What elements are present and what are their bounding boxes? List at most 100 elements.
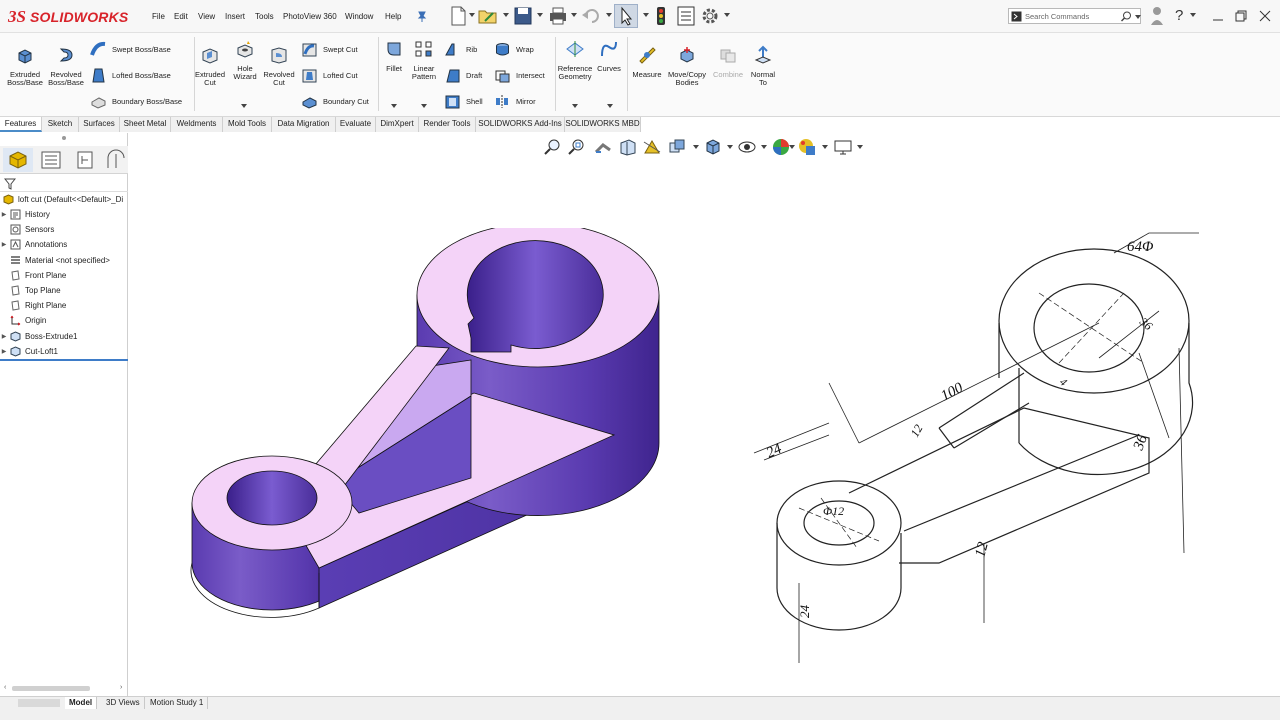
menu-photoview[interactable]: PhotoView 360: [283, 12, 337, 21]
search-icon[interactable]: [1121, 11, 1132, 22]
print-dropdown-caret-icon[interactable]: [571, 13, 577, 17]
tab-model[interactable]: Model: [65, 697, 98, 709]
menu-view[interactable]: View: [198, 12, 215, 21]
configurationmanager-tab[interactable]: [70, 148, 100, 172]
restore-icon[interactable]: [1235, 10, 1247, 22]
view-orientation-caret-icon[interactable]: [693, 145, 699, 149]
menu-file[interactable]: File: [152, 12, 165, 21]
draft-button[interactable]: Draft: [444, 65, 482, 85]
expand-arrow-icon[interactable]: ▶: [0, 241, 8, 248]
menu-window[interactable]: Window: [345, 12, 373, 21]
tab-3d-views[interactable]: 3D Views: [102, 697, 145, 709]
boundary-cut-button[interactable]: Boundary Cut: [301, 91, 369, 111]
shell-button[interactable]: Shell: [444, 91, 483, 111]
pattern-dropdown-caret-icon[interactable]: [421, 104, 427, 108]
new-dropdown-caret-icon[interactable]: [469, 13, 475, 17]
lofted-boss-button[interactable]: Lofted Boss/Base: [90, 65, 171, 85]
view-settings-caret-icon[interactable]: [857, 145, 863, 149]
hide-show-caret-icon[interactable]: [761, 145, 767, 149]
help-icon[interactable]: ?: [1175, 7, 1183, 24]
tree-item-top-plane[interactable]: Top Plane: [0, 283, 128, 298]
tab-sheet-metal[interactable]: Sheet Metal: [120, 117, 171, 132]
swept-boss-button[interactable]: Swept Boss/Base: [90, 39, 171, 59]
reference-geometry-button[interactable]: Reference Geometry: [556, 39, 594, 82]
tab-data-migration[interactable]: Data Migration: [272, 117, 336, 132]
wrap-button[interactable]: Wrap: [494, 39, 534, 59]
rib-button[interactable]: Rib: [444, 39, 477, 59]
expand-arrow-icon[interactable]: ▶: [0, 333, 8, 340]
undo-icon[interactable]: [580, 5, 602, 27]
menu-edit[interactable]: Edit: [174, 12, 188, 21]
tree-item-right-plane[interactable]: Right Plane: [0, 298, 128, 313]
scroll-right-icon[interactable]: ›: [120, 684, 122, 691]
tab-sketch[interactable]: Sketch: [42, 117, 79, 132]
revolved-cut-button[interactable]: Revolved Cut: [262, 45, 296, 88]
section-view-icon[interactable]: [618, 137, 638, 157]
extruded-boss-button[interactable]: Extruded Boss/Base: [5, 45, 45, 88]
search-dropdown-caret-icon[interactable]: [1135, 15, 1141, 19]
panel-expand-handle-icon[interactable]: [61, 135, 67, 141]
graphics-area[interactable]: 100 64Φ 36 12 24 Φ12 12 24 36 4: [129, 133, 1280, 696]
expand-arrow-icon[interactable]: ▶: [0, 348, 8, 355]
tree-item-boss-extrude1[interactable]: ▶ Boss-Extrude1: [0, 329, 128, 344]
swept-cut-button[interactable]: Swept Cut: [301, 39, 358, 59]
zoom-to-fit-icon[interactable]: [543, 137, 563, 157]
revolved-boss-button[interactable]: Revolved Boss/Base: [46, 45, 86, 88]
lofted-cut-button[interactable]: Lofted Cut: [301, 65, 358, 85]
tree-item-history[interactable]: ▶ History: [0, 207, 128, 222]
apply-scene-icon[interactable]: [797, 137, 817, 157]
hole-wizard-button[interactable]: Hole Wizard: [229, 39, 261, 82]
dynamic-annotation-icon[interactable]: [642, 137, 662, 157]
open-folder-icon[interactable]: [477, 5, 499, 27]
tab-surfaces[interactable]: Surfaces: [79, 117, 120, 132]
tree-item-cut-loft1[interactable]: ▶ Cut-Loft1: [0, 344, 128, 359]
display-style-caret-icon[interactable]: [727, 145, 733, 149]
mirror-button[interactable]: Mirror: [494, 91, 536, 111]
hole-wizard-dropdown-caret-icon[interactable]: [241, 104, 247, 108]
menu-tools[interactable]: Tools: [255, 12, 274, 21]
tab-solidworks-mbd[interactable]: SOLIDWORKS MBD: [565, 117, 641, 132]
pin-icon[interactable]: [417, 10, 427, 22]
new-document-icon[interactable]: [447, 5, 469, 27]
save-icon[interactable]: [512, 5, 534, 27]
dimxpert-manager-tab[interactable]: [104, 148, 126, 172]
intersect-button[interactable]: Intersect: [494, 65, 545, 85]
options-gear-icon[interactable]: [699, 5, 721, 27]
undo-dropdown-caret-icon[interactable]: [606, 13, 612, 17]
tab-scroll-arrows[interactable]: [18, 699, 60, 707]
3d-part-model[interactable]: [184, 228, 729, 623]
edit-appearance-icon[interactable]: [771, 137, 791, 157]
open-dropdown-caret-icon[interactable]: [503, 13, 509, 17]
filter-icon[interactable]: [4, 178, 16, 190]
tree-item-material-not-specified[interactable]: Material <not specified>: [0, 253, 128, 268]
tab-mold-tools[interactable]: Mold Tools: [223, 117, 272, 132]
rollback-bar[interactable]: [0, 359, 128, 361]
select-dropdown-caret-icon[interactable]: [643, 13, 649, 17]
search-commands-input[interactable]: Search Commands: [1008, 8, 1141, 24]
display-style-icon[interactable]: [703, 137, 723, 157]
tree-item-front-plane[interactable]: Front Plane: [0, 268, 128, 283]
menu-insert[interactable]: Insert: [225, 12, 245, 21]
expand-arrow-icon[interactable]: ▶: [0, 211, 8, 218]
tree-item-origin[interactable]: Origin: [0, 313, 128, 328]
help-dropdown-caret-icon[interactable]: [1190, 13, 1196, 17]
tab-weldments[interactable]: Weldments: [171, 117, 223, 132]
previous-view-icon[interactable]: [593, 137, 613, 157]
scene-caret-icon[interactable]: [822, 145, 828, 149]
tab-solidworks-addins[interactable]: SOLIDWORKS Add-Ins: [476, 117, 565, 132]
curves-button[interactable]: Curves: [595, 39, 623, 73]
tab-render-tools[interactable]: Render Tools: [419, 117, 476, 132]
extruded-cut-button[interactable]: Extruded Cut: [193, 45, 227, 88]
fillet-dropdown-caret-icon[interactable]: [391, 104, 397, 108]
combine-button[interactable]: Combine: [711, 45, 745, 79]
linear-pattern-button[interactable]: Linear Pattern: [408, 39, 440, 82]
tab-dimxpert[interactable]: DimXpert: [376, 117, 419, 132]
featuremanager-tab[interactable]: [3, 148, 33, 172]
file-properties-icon[interactable]: [675, 5, 697, 27]
minimize-icon[interactable]: [1212, 10, 1224, 22]
view-settings-icon[interactable]: [833, 137, 853, 157]
tree-item-sensors[interactable]: Sensors: [0, 222, 128, 237]
tab-motion-study[interactable]: Motion Study 1: [146, 697, 209, 709]
solidworks-logo[interactable]: 3S SOLIDWORKS: [8, 5, 128, 29]
curves-dropdown-caret-icon[interactable]: [607, 104, 613, 108]
